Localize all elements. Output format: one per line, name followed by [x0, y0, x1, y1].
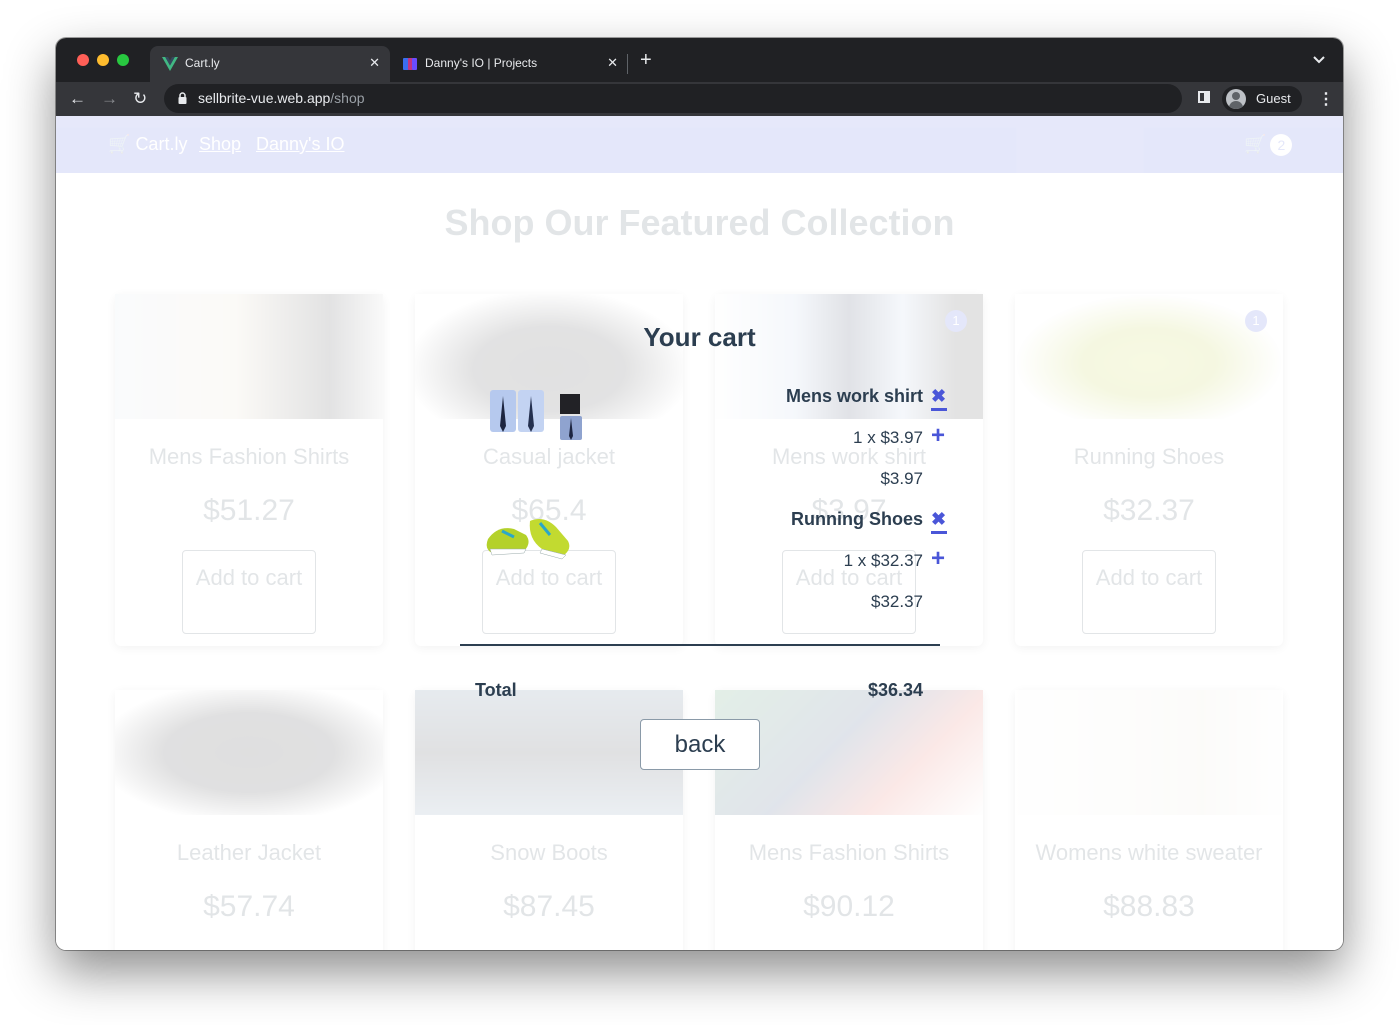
- maximize-window-button[interactable]: [117, 54, 129, 66]
- cart-item-name: Running Shoes: [791, 509, 923, 529]
- page-viewport: 🛒 Cart.ly Shop Danny's IO 🛒 2 Shop Our Fe…: [56, 116, 1343, 950]
- remove-item-icon[interactable]: ✖: [931, 510, 946, 528]
- tab-strip: Cart.ly ✕ Danny's IO | Projects ✕ +: [56, 38, 1343, 82]
- url-host: sellbrite-vue.web.app: [198, 90, 331, 106]
- browser-toolbar: ← → ↻ sellbrite-vue.web.app/shop Guest ⋮: [56, 82, 1343, 116]
- cart-item: Mens work shirt 1 x $3.97 $3.97 ✖ +: [460, 386, 947, 509]
- decrease-quantity-icon[interactable]: [931, 408, 947, 411]
- cart-item-name: Mens work shirt: [785, 386, 923, 406]
- more-menu-icon[interactable]: ⋮: [1318, 89, 1334, 109]
- mens-work-shirt-thumbnail: [490, 390, 582, 440]
- url-text: sellbrite-vue.web.app/shop: [198, 90, 365, 106]
- remove-item-icon[interactable]: ✖: [931, 387, 946, 405]
- forward-arrow-icon[interactable]: →: [101, 89, 118, 109]
- url-path: /shop: [330, 90, 365, 106]
- cart-item: Running Shoes 1 x $32.37 $32.37 ✖ +: [460, 509, 947, 632]
- tab-dannys-io[interactable]: Danny's IO | Projects ✕: [390, 46, 628, 82]
- close-tab-icon[interactable]: ✕: [369, 55, 380, 71]
- reload-icon[interactable]: ↻: [133, 89, 147, 109]
- dannys-io-logo-icon: [403, 58, 417, 70]
- tab-separator: [627, 54, 628, 74]
- cart-item-quantity: 1 x $3.97: [853, 428, 923, 447]
- address-bar[interactable]: sellbrite-vue.web.app/shop: [164, 84, 1182, 113]
- profile-button[interactable]: Guest: [1222, 86, 1302, 112]
- back-button[interactable]: back: [640, 719, 760, 770]
- cart-divider: [460, 644, 940, 646]
- cart-modal: Your cart Mens work shirt 1 x $3.97 $3.9…: [56, 116, 1343, 950]
- tab-cartly[interactable]: Cart.ly ✕: [150, 46, 390, 82]
- close-window-button[interactable]: [77, 54, 89, 66]
- tab-search-chevron-icon[interactable]: [1312, 52, 1326, 66]
- minimize-window-button[interactable]: [97, 54, 109, 66]
- vue-logo-icon: [162, 57, 178, 71]
- browser-window: Cart.ly ✕ Danny's IO | Projects ✕ + ← → …: [56, 38, 1343, 950]
- back-arrow-icon[interactable]: ←: [69, 89, 86, 109]
- tab-title: Danny's IO | Projects: [425, 56, 538, 70]
- tab-title: Cart.ly: [185, 56, 220, 70]
- new-tab-button[interactable]: +: [640, 50, 652, 70]
- increase-quantity-icon[interactable]: +: [931, 547, 945, 571]
- profile-name: Guest: [1256, 91, 1291, 106]
- running-shoes-thumbnail: [486, 519, 570, 560]
- lock-icon: [178, 92, 187, 104]
- cart-item-subtotal: $32.37: [871, 592, 923, 611]
- close-tab-icon[interactable]: ✕: [607, 55, 618, 71]
- cart-item-subtotal: $3.97: [880, 469, 923, 488]
- increase-quantity-icon[interactable]: +: [931, 424, 945, 448]
- cart-total-value: $36.34: [867, 680, 923, 700]
- cart-item-quantity: 1 x $32.37: [843, 551, 923, 570]
- decrease-quantity-icon[interactable]: [931, 531, 947, 534]
- cart-title: Your cart: [643, 322, 756, 352]
- side-panel-icon[interactable]: [1198, 91, 1210, 103]
- guest-avatar-icon: [1226, 89, 1246, 109]
